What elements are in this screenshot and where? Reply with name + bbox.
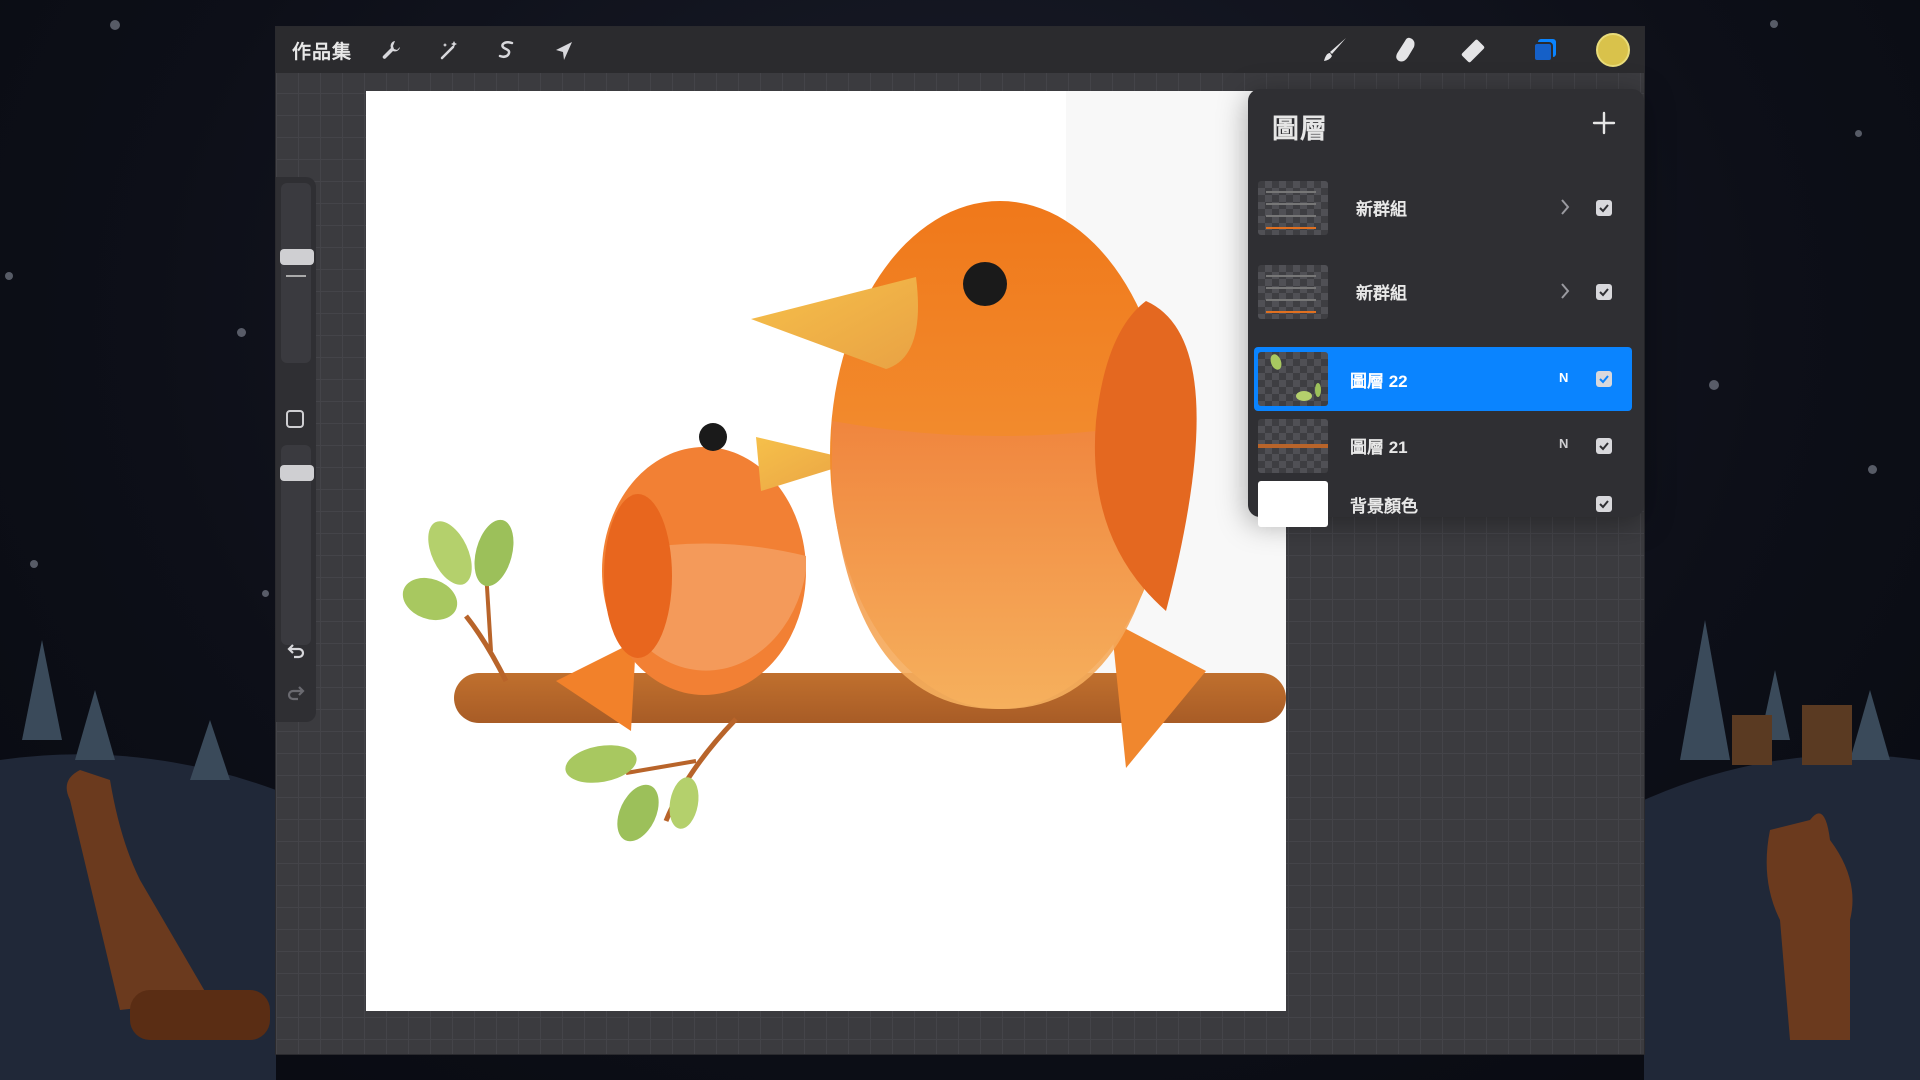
eraser-icon[interactable] — [1456, 31, 1494, 69]
layer-row-21[interactable]: 圖層 21 N — [1254, 415, 1632, 477]
redo-icon[interactable] — [282, 679, 310, 707]
layer-name: 新群組 — [1356, 284, 1407, 303]
chevron-right-icon[interactable] — [1559, 281, 1571, 301]
layer-row-group-1[interactable]: 新群組 — [1254, 177, 1632, 239]
left-sidebar — [276, 177, 316, 722]
visibility-checkbox[interactable] — [1596, 438, 1612, 454]
bird-artwork — [402, 91, 1286, 842]
top-toolbar: 作品集 — [276, 27, 1644, 73]
layer-name: 新群組 — [1356, 200, 1407, 219]
layers-panel: 圖層 新群組 新群組 圖層 22 N 圖層 21 N 背景顏色 — [1248, 89, 1644, 527]
square-icon[interactable] — [286, 410, 304, 428]
selection-s-icon[interactable] — [488, 31, 526, 69]
visibility-checkbox[interactable] — [1596, 200, 1612, 216]
layers-icon[interactable] — [1526, 31, 1564, 69]
right-tool-group — [1316, 31, 1630, 69]
layer-row-group-2[interactable]: 新群組 — [1254, 261, 1632, 323]
group-thumbnail — [1258, 265, 1328, 319]
layer-name: 圖層 21 — [1350, 438, 1408, 457]
arrow-cursor-icon[interactable] — [546, 31, 584, 69]
plus-icon[interactable] — [1590, 109, 1618, 137]
layers-header: 圖層 — [1248, 89, 1644, 159]
opacity-knob[interactable] — [280, 465, 314, 481]
brush-size-slider[interactable] — [281, 183, 311, 363]
layer-row-background[interactable]: 背景顏色 — [1254, 477, 1632, 535]
background-thumbnail — [1258, 481, 1328, 527]
blend-mode-label[interactable]: N — [1559, 436, 1568, 451]
brush-icon[interactable] — [1316, 31, 1354, 69]
procreate-app: 作品集 圖層 新群組 新群組 圖層 22 N 圖層 21 N 背景顏色 — [276, 27, 1644, 1054]
smudge-finger-icon[interactable] — [1386, 31, 1424, 69]
layer-row-22[interactable]: 圖層 22 N — [1254, 347, 1632, 411]
color-picker-button[interactable] — [1596, 33, 1630, 67]
brush-size-knob[interactable] — [280, 249, 314, 265]
layer-name: 圖層 22 — [1350, 372, 1408, 391]
visibility-checkbox[interactable] — [1596, 496, 1612, 512]
blend-mode-label[interactable]: N — [1559, 370, 1568, 385]
wrench-icon[interactable] — [372, 31, 410, 69]
magic-wand-icon[interactable] — [430, 31, 468, 69]
group-thumbnail — [1258, 181, 1328, 235]
undo-icon[interactable] — [282, 637, 310, 665]
layer-thumbnail — [1258, 419, 1328, 473]
drawing-canvas[interactable] — [366, 91, 1286, 1011]
chevron-right-icon[interactable] — [1559, 197, 1571, 217]
layer-thumbnail — [1258, 352, 1328, 406]
gallery-button[interactable]: 作品集 — [292, 37, 352, 64]
visibility-checkbox[interactable] — [1596, 371, 1612, 387]
layer-name: 背景顏色 — [1350, 497, 1418, 516]
layers-title: 圖層 — [1272, 114, 1328, 144]
visibility-checkbox[interactable] — [1596, 284, 1612, 300]
slider-marker — [286, 275, 306, 277]
